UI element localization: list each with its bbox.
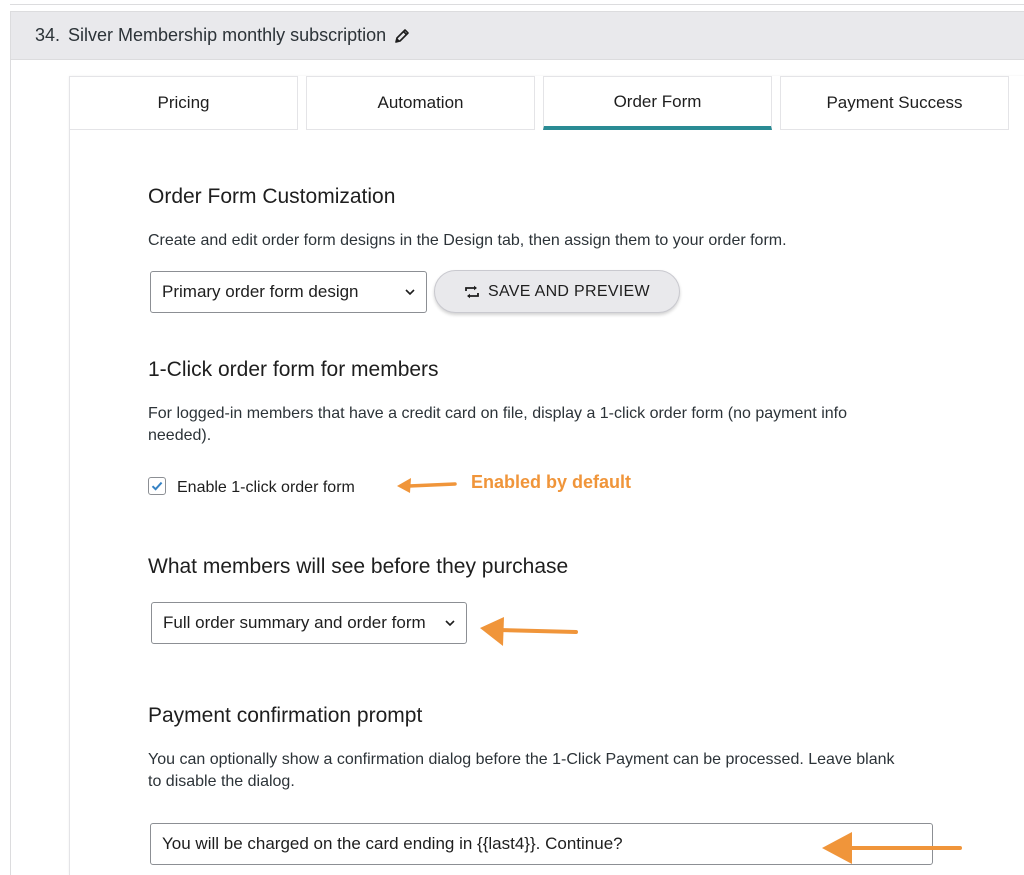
pencil-icon[interactable]	[394, 28, 410, 44]
tab-payment-success[interactable]: Payment Success	[780, 76, 1009, 130]
payment-confirmation-description: You can optionally show a confirmation d…	[148, 751, 895, 790]
order-form-customization-description: Create and edit order form designs in th…	[148, 232, 787, 249]
one-click-heading: 1-Click order form for members	[148, 358, 439, 381]
product-number: 34.	[35, 25, 61, 45]
order-form-customization-heading: Order Form Customization	[148, 185, 396, 208]
members-see-select[interactable]: Full order summary and order form	[151, 602, 467, 644]
top-divider	[10, 0, 1024, 5]
tab-order-form[interactable]: Order Form	[543, 76, 772, 130]
members-see-value: Full order summary and order form	[163, 613, 426, 632]
tab-automation[interactable]: Automation	[306, 76, 535, 130]
one-click-description: For logged-in members that have a credit…	[148, 405, 847, 444]
product-title: Silver Membership monthly subscription	[68, 25, 387, 45]
product-header: 34. Silver Membership monthly subscripti…	[10, 11, 1024, 60]
chevron-down-icon	[445, 620, 455, 627]
checkmark-icon	[151, 481, 163, 491]
tab-pricing[interactable]: Pricing	[69, 76, 298, 130]
chevron-down-icon	[405, 289, 415, 296]
members-see-heading: What members will see before they purcha…	[148, 555, 569, 578]
arrow-left-icon	[397, 478, 457, 493]
save-and-preview-label: SAVE AND PREVIEW	[488, 282, 650, 300]
order-form-design-value: Primary order form design	[162, 282, 359, 301]
arrow-left-icon	[480, 617, 578, 646]
enable-one-click-label: Enable 1-click order form	[177, 479, 355, 496]
save-and-preview-button[interactable]: SAVE AND PREVIEW	[434, 270, 680, 313]
order-form-design-select[interactable]: Primary order form design	[150, 271, 427, 313]
repeat-icon	[464, 285, 480, 299]
enable-one-click-checkbox[interactable]	[148, 477, 166, 495]
payment-confirmation-heading: Payment confirmation prompt	[148, 704, 423, 727]
enabled-by-default-annotation: Enabled by default	[471, 472, 632, 492]
arrow-left-icon	[822, 832, 962, 864]
payment-confirmation-input[interactable]	[150, 823, 933, 865]
